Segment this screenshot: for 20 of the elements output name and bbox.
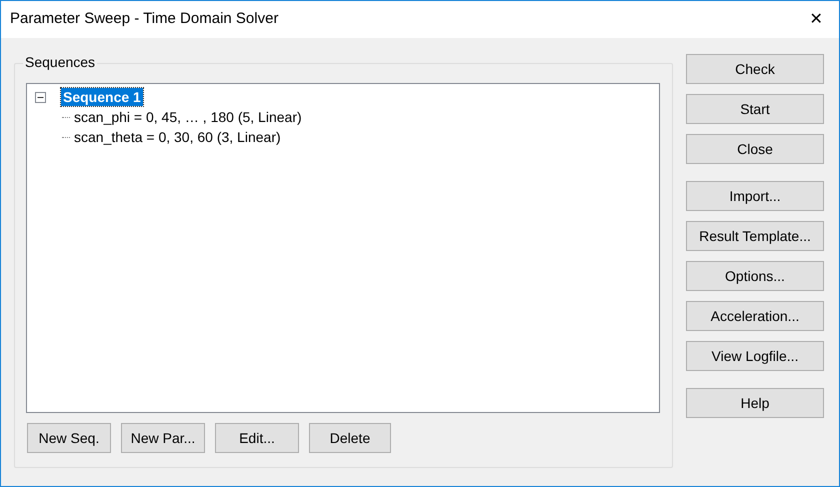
dialog-button[interactable]: Delete [309,423,391,453]
tree-item[interactable]: scan_theta = 0, 30, 60 (3, Linear) [72,128,283,146]
dialog-button[interactable]: View Logfile... [686,341,824,371]
dialog-button[interactable]: New Seq. [27,423,111,453]
dialog-button[interactable]: Options... [686,261,824,291]
tree-view[interactable]: Sequence 1 scan_phi = 0, 45, … , 180 (5, Linear) scan_theta = 0, 30, 60 (3, Linear) [26,83,660,413]
dialog-button[interactable]: Acceleration... [686,301,824,331]
dialog-button[interactable]: Check [686,54,824,84]
dialog-button[interactable]: Result Template... [686,221,824,251]
dialog-button[interactable]: Start [686,94,824,124]
close-button[interactable]: ✕ [803,6,829,32]
dialog-button[interactable]: New Par... [121,423,205,453]
collapse-icon[interactable] [35,92,46,102]
dialog-button[interactable]: Help [686,388,824,418]
dialog-button[interactable]: Edit... [215,423,299,453]
tree-item[interactable]: scan_phi = 0, 45, … , 180 (5, Linear) [72,108,304,126]
dialog-button[interactable]: Import... [686,181,824,211]
tree-item[interactable]: Sequence 1 [61,88,143,106]
window-title: Parameter Sweep - Time Domain Solver [10,9,278,30]
dialog-button[interactable]: Close [686,134,824,164]
